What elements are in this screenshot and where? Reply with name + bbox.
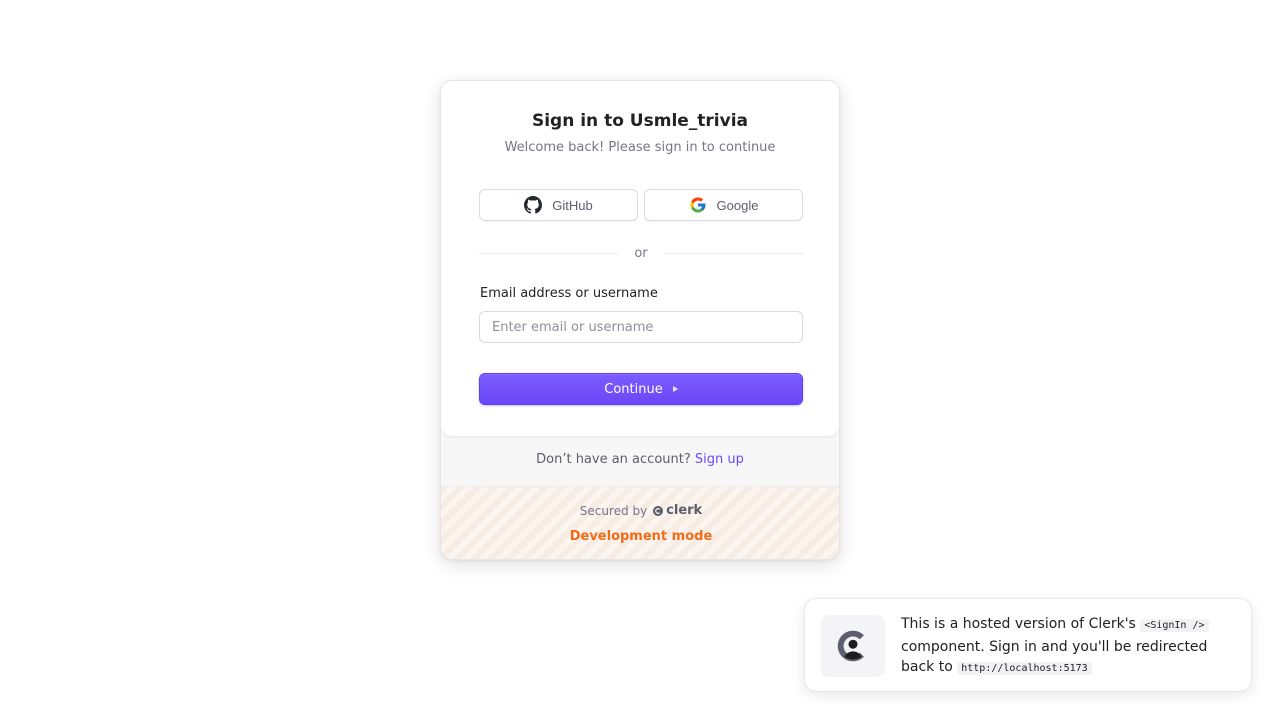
secured-by: Secured by clerk: [441, 503, 839, 518]
secured-by-text: Secured by: [579, 503, 648, 518]
divider-line-left: [479, 252, 619, 254]
page-subtitle: Welcome back! Please sign in to continue: [504, 140, 776, 155]
toast-text-1: This is a hosted version of Clerk's: [901, 616, 1136, 632]
google-label: Google: [716, 197, 759, 213]
email-label: Email address or username: [480, 286, 658, 301]
toast-message: This is a hosted version of Clerk's <Sig…: [901, 614, 1231, 680]
hosted-notice-toast: This is a hosted version of Clerk's <Sig…: [804, 598, 1252, 692]
email-field[interactable]: [479, 311, 803, 343]
signin-card: Sign in to Usmle_trivia Welcome back! Pl…: [440, 80, 840, 560]
toast-code-signin: <SignIn />: [1140, 619, 1209, 632]
signup-link[interactable]: Sign up: [695, 452, 744, 467]
github-button[interactable]: GitHub: [479, 189, 638, 221]
continue-caret-icon: [672, 386, 678, 392]
google-button[interactable]: Google: [644, 189, 803, 221]
clerk-logo-icon: [821, 615, 885, 677]
continue-label: Continue: [604, 381, 663, 397]
divider-line-right: [663, 252, 803, 254]
signup-row: Don’t have an account? Sign up: [441, 452, 839, 467]
no-account-text: Don’t have an account?: [536, 452, 691, 467]
signin-card-main: Sign in to Usmle_trivia Welcome back! Pl…: [441, 81, 839, 437]
page-title: Sign in to Usmle_trivia: [531, 111, 749, 131]
google-icon: [689, 196, 707, 214]
github-icon: [524, 196, 543, 214]
divider-text: or: [634, 245, 648, 261]
github-label: GitHub: [552, 197, 593, 213]
or-divider: or: [479, 243, 803, 263]
toast-code-url: http://localhost:5173: [957, 662, 1092, 675]
clerk-logo-icon: [653, 505, 664, 516]
clerk-brand-name: clerk: [666, 503, 703, 518]
clerk-brand-link[interactable]: clerk: [652, 503, 702, 518]
dev-footer: Secured by clerk Development mode: [441, 486, 839, 559]
continue-button[interactable]: Continue: [479, 373, 803, 405]
dev-mode-label: Development mode: [569, 529, 713, 544]
